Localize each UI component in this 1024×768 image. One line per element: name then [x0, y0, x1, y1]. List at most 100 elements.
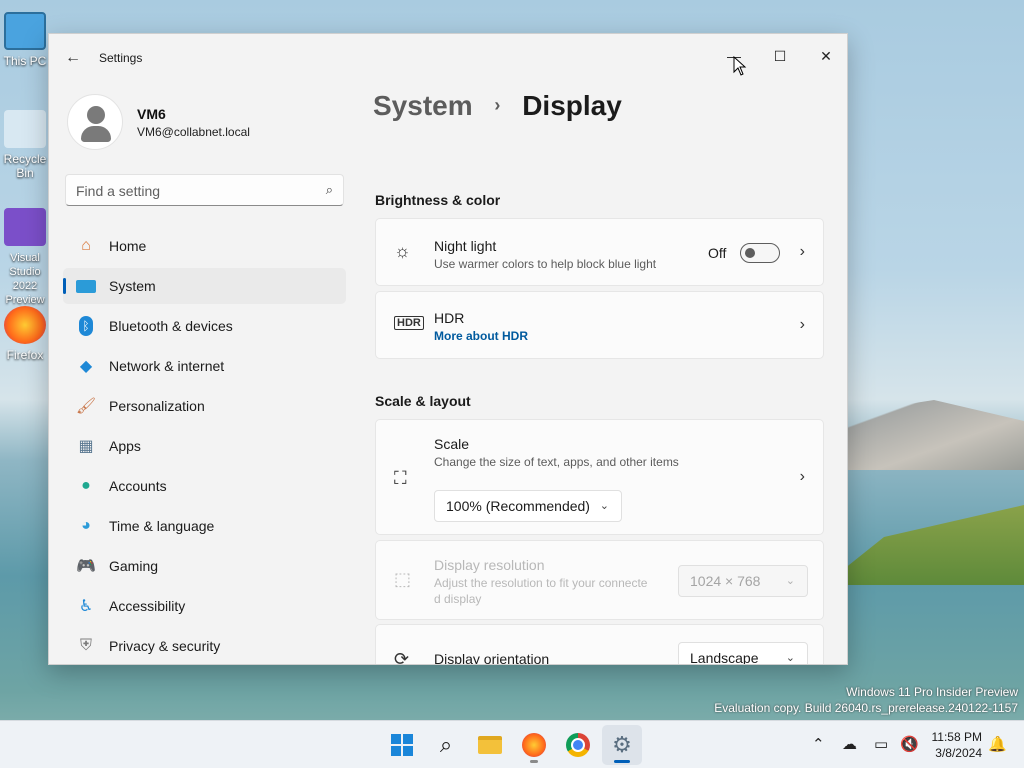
sidebar-item-system[interactable]: System — [63, 268, 346, 304]
chevron-up-icon[interactable]: ⌃ — [812, 721, 825, 768]
desktop-icon-recycle-bin[interactable]: Recycle Bin — [0, 110, 50, 180]
sidebar-item-bluetooth[interactable]: ᛒ Bluetooth & devices — [63, 308, 346, 344]
sidebar-item-label: Personalization — [109, 398, 205, 414]
scale-dropdown[interactable]: 100% (Recommended) ⌄ — [434, 490, 622, 522]
taskbar-search-button[interactable]: ⌕ — [426, 725, 466, 765]
taskbar: ⌕ ⚙ ⌃ ☁ ▭ 🔇 11:58 PM 3/8/2024 🔔 — [0, 720, 1024, 768]
accessibility-icon: ♿ — [78, 598, 94, 615]
avatar[interactable] — [67, 94, 123, 150]
hdr-link[interactable]: More about HDR — [434, 329, 528, 343]
night-light-toggle[interactable] — [740, 243, 780, 263]
search-icon[interactable]: ⌕ — [326, 182, 333, 198]
desktop-icon-firefox[interactable]: Firefox — [0, 306, 50, 362]
sidebar-item-accounts[interactable]: ● Accounts — [63, 468, 346, 504]
orientation-title: Display orientation — [434, 651, 550, 665]
volume-muted-icon[interactable]: 🔇 — [900, 721, 919, 768]
mouse-cursor-icon — [733, 56, 747, 76]
taskbar-firefox[interactable] — [514, 725, 554, 765]
taskbar-chrome[interactable] — [558, 725, 598, 765]
chevron-right-icon[interactable]: › — [800, 243, 805, 261]
resolution-subtitle-line1: Adjust the resolution to fit your connec… — [434, 576, 648, 590]
breadcrumb: System › Display — [373, 90, 622, 122]
close-icon: ✕ — [820, 48, 832, 64]
sidebar-item-label: Accounts — [109, 478, 167, 494]
search-box[interactable]: ⌕ — [65, 174, 344, 206]
resolution-title: Display resolution — [434, 557, 545, 573]
maximize-button[interactable]: ☐ — [757, 40, 803, 72]
accounts-icon: ● — [81, 477, 91, 494]
orientation-dropdown[interactable]: Landscape ⌄ — [678, 642, 808, 664]
watermark-line-1: Windows 11 Pro Insider Preview — [846, 685, 1018, 699]
chevron-down-icon: ⌄ — [785, 652, 795, 664]
user-silhouette-icon — [87, 106, 105, 124]
active-indicator — [614, 760, 630, 763]
sidebar-item-label: Gaming — [109, 558, 159, 574]
title-bar[interactable]: ← Settings — ☐ ✕ — [49, 34, 847, 82]
display-orientation-card[interactable]: ⟳ Display orientation Landscape ⌄ — [375, 624, 824, 665]
settings-window: ← Settings — ☐ ✕ VM6 VM6@collabnet.local… — [48, 33, 848, 665]
recycle-bin-icon — [4, 110, 46, 148]
resolution-dropdown: 1024 × 768 ⌄ — [678, 565, 808, 597]
app-title: Settings — [99, 51, 143, 65]
sidebar-item-gaming[interactable]: 🎮 Gaming — [63, 548, 346, 584]
sidebar-item-apps[interactable]: ▦ Apps — [63, 428, 346, 464]
visual-studio-icon — [4, 208, 46, 246]
user-silhouette-body — [81, 126, 111, 142]
running-indicator — [530, 760, 538, 763]
chevron-down-icon: ⌄ — [599, 500, 609, 512]
sidebar-item-time-language[interactable]: ◕ Time & language — [63, 508, 346, 544]
user-email: VM6@collabnet.local — [137, 125, 250, 139]
breadcrumb-parent[interactable]: System — [373, 90, 473, 121]
display-resolution-card: ⬚ Display resolution Adjust the resoluti… — [375, 540, 824, 620]
taskbar-settings[interactable]: ⚙ — [602, 725, 642, 765]
desktop-icon-label: This PC — [3, 54, 47, 68]
clock-time: 11:58 PM — [931, 730, 982, 744]
resolution-dropdown-value: 1024 × 768 — [690, 573, 761, 589]
network-icon[interactable]: ▭ — [874, 721, 888, 768]
taskbar-file-explorer[interactable] — [470, 725, 510, 765]
sidebar-item-network[interactable]: ◆ Network & internet — [63, 348, 346, 384]
firefox-icon — [4, 306, 46, 344]
network-icon: ◆ — [79, 358, 93, 375]
sidebar-item-accessibility[interactable]: ♿ Accessibility — [63, 588, 346, 624]
windows-start-icon — [391, 734, 413, 756]
apps-icon: ▦ — [78, 438, 94, 455]
hdr-card[interactable]: HDR HDR More about HDR › — [375, 291, 824, 359]
chevron-right-icon[interactable]: › — [800, 316, 805, 334]
user-name: VM6 — [137, 106, 166, 122]
sidebar-item-label: Privacy & security — [109, 638, 221, 654]
clock[interactable]: 11:58 PM 3/8/2024 — [932, 729, 982, 761]
sidebar-item-personalization[interactable]: 🖌 Personalization — [63, 388, 346, 424]
desktop-icon-label: Recycle Bin — [3, 152, 47, 180]
night-light-icon: ☼ — [394, 241, 411, 261]
night-light-state: Off — [708, 245, 727, 261]
close-button[interactable]: ✕ — [803, 40, 847, 72]
desktop-icon-this-pc[interactable]: This PC — [0, 12, 50, 68]
start-button[interactable] — [382, 725, 422, 765]
sidebar-item-label: Home — [109, 238, 147, 254]
arrow-left-icon: ← — [65, 49, 81, 66]
sidebar-item-privacy[interactable]: ⛨ Privacy & security — [63, 628, 346, 664]
sidebar-item-home[interactable]: ⌂ Home — [63, 228, 346, 264]
resolution-subtitle-line2: d display — [434, 592, 482, 606]
scale-card[interactable]: ⛶ Scale Change the size of text, apps, a… — [375, 419, 824, 535]
notification-bell-icon[interactable]: 🔔 — [988, 721, 1007, 768]
scale-title: Scale — [434, 436, 470, 452]
sidebar-item-label: Accessibility — [109, 598, 186, 614]
back-button[interactable]: ← — [63, 48, 83, 68]
sidebar-item-label: Bluetooth & devices — [109, 318, 233, 334]
night-light-card[interactable]: ☼ Night light Use warmer colors to help … — [375, 218, 824, 286]
chevron-down-icon: ⌄ — [785, 575, 795, 587]
clock-date: 3/8/2024 — [935, 746, 982, 760]
breadcrumb-separator-icon: › — [494, 95, 501, 115]
shield-icon: ⛨ — [79, 637, 92, 654]
onedrive-offline-icon[interactable]: ☁ — [842, 721, 857, 768]
maximize-icon: ☐ — [773, 48, 787, 64]
scale-icon: ⛶ — [394, 468, 407, 488]
section-title-scale-layout: Scale & layout — [375, 393, 471, 409]
search-input[interactable] — [76, 181, 306, 201]
resolution-icon: ⬚ — [394, 569, 412, 589]
sidebar-item-label: System — [109, 278, 156, 294]
desktop-icon-visual-studio[interactable]: Visual Studio 2022 Preview — [0, 208, 50, 306]
chevron-right-icon[interactable]: › — [800, 468, 805, 486]
